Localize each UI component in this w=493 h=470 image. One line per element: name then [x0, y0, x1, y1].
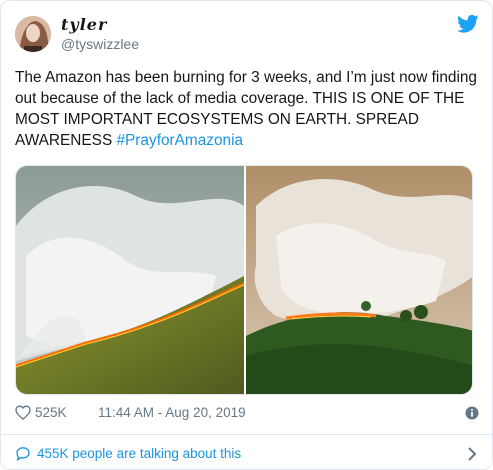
- tweet-media[interactable]: [15, 165, 473, 395]
- tweet-timestamp[interactable]: 11:44 AM - Aug 20, 2019: [98, 405, 246, 420]
- like-count[interactable]: 525K: [35, 405, 67, 420]
- avatar[interactable]: [15, 16, 51, 52]
- user-handle[interactable]: @tyswizzlee: [61, 35, 139, 53]
- speech-bubble-icon: [16, 447, 30, 461]
- talking-count[interactable]: 455K people are talking about this: [37, 446, 241, 461]
- conversation-link[interactable]: 455K people are talking about this: [15, 444, 479, 464]
- tweet-text: The Amazon has been burning for 3 weeks,…: [15, 67, 480, 151]
- divider: [1, 434, 493, 435]
- tweet-header: tyler @tyswizzlee: [15, 14, 479, 54]
- amazon-fire-photo-right[interactable]: [246, 166, 473, 395]
- tweet-card: tyler @tyswizzlee The Amazon has been bu…: [0, 0, 493, 470]
- user-names: tyler @tyswizzlee: [61, 16, 139, 53]
- hashtag-link[interactable]: #PrayforAmazonia: [116, 132, 243, 149]
- twitter-bird-icon[interactable]: [457, 14, 479, 34]
- amazon-fire-photo-left[interactable]: [16, 166, 244, 395]
- heart-icon[interactable]: [15, 405, 31, 420]
- tweet-body: The Amazon has been burning for 3 weeks,…: [15, 69, 477, 149]
- tweet-meta: 525K 11:44 AM - Aug 20, 2019: [15, 403, 479, 423]
- chevron-right-icon[interactable]: [467, 447, 477, 461]
- avatar-image: [15, 16, 51, 52]
- info-icon[interactable]: [465, 406, 479, 420]
- display-name[interactable]: tyler: [61, 16, 139, 34]
